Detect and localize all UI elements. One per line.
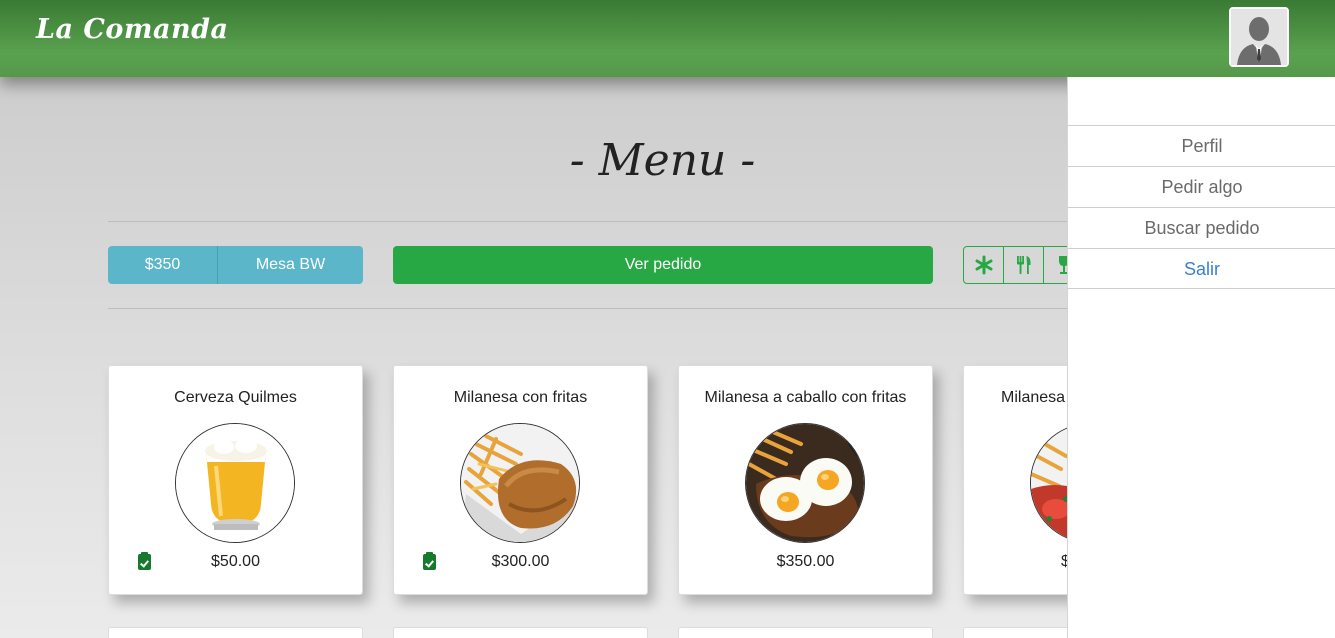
- top-navbar: La Comanda: [0, 0, 1335, 77]
- side-menu-order-something[interactable]: Pedir algo: [1068, 166, 1335, 207]
- menu-card-milanesa[interactable]: Milanesa con fritas $300.00: [393, 365, 648, 595]
- side-menu-profile[interactable]: Perfil: [1068, 125, 1335, 166]
- side-menu: Perfil Pedir algo Buscar pedido Salir: [1067, 77, 1335, 638]
- divider-top: [108, 221, 1067, 222]
- category-filter-group: [963, 246, 1067, 284]
- utensils-icon[interactable]: [1004, 247, 1044, 283]
- order-info-group: $350 Mesa BW: [108, 246, 363, 284]
- view-order-button[interactable]: Ver pedido: [393, 246, 933, 284]
- milanesa-eggs-image: [745, 423, 865, 543]
- menu-card-milanesa-caballo[interactable]: Milanesa a caballo con fritas $350.00: [678, 365, 933, 595]
- beer-glass-image: [175, 423, 295, 543]
- menu-card-name: Milanesa: [1001, 389, 1066, 406]
- side-menu-search-order[interactable]: Buscar pedido: [1068, 207, 1335, 248]
- order-total-button[interactable]: $350: [108, 246, 218, 284]
- menu-card-name: Milanesa a caballo con fritas: [704, 389, 907, 406]
- main-content: - Menu - $350 Mesa BW Ver pedido Cerveza…: [0, 77, 1067, 638]
- menu-card-price: $350.00: [776, 553, 835, 570]
- menu-card-name: Cerveza Quilmes: [174, 389, 297, 406]
- milanesa-fries-image: [460, 423, 580, 543]
- menu-card-price: $300.00: [491, 553, 550, 570]
- page-title: - Menu -: [569, 135, 756, 186]
- menu-card-milanesa-napolitana[interactable]: Milanesa $: [963, 365, 1067, 595]
- brand-logo[interactable]: La Comanda: [36, 14, 228, 45]
- table-button[interactable]: Mesa BW: [218, 246, 363, 284]
- asterisk-icon[interactable]: [964, 247, 1004, 283]
- milanesa-napolitana-image: [1030, 423, 1067, 543]
- menu-card[interactable]: [678, 627, 933, 638]
- menu-card-price: $50.00: [211, 553, 260, 570]
- menu-card-cerveza[interactable]: Cerveza Quilmes $50.00: [108, 365, 363, 595]
- user-avatar-icon[interactable]: [1229, 7, 1289, 67]
- side-menu-logout[interactable]: Salir: [1068, 248, 1335, 289]
- menu-card-name: Milanesa con fritas: [453, 389, 588, 406]
- menu-card[interactable]: [393, 627, 648, 638]
- wine-glass-icon[interactable]: [1044, 247, 1067, 283]
- menu-card[interactable]: [963, 627, 1067, 638]
- divider-bottom: [108, 308, 1067, 309]
- menu-card[interactable]: [108, 627, 363, 638]
